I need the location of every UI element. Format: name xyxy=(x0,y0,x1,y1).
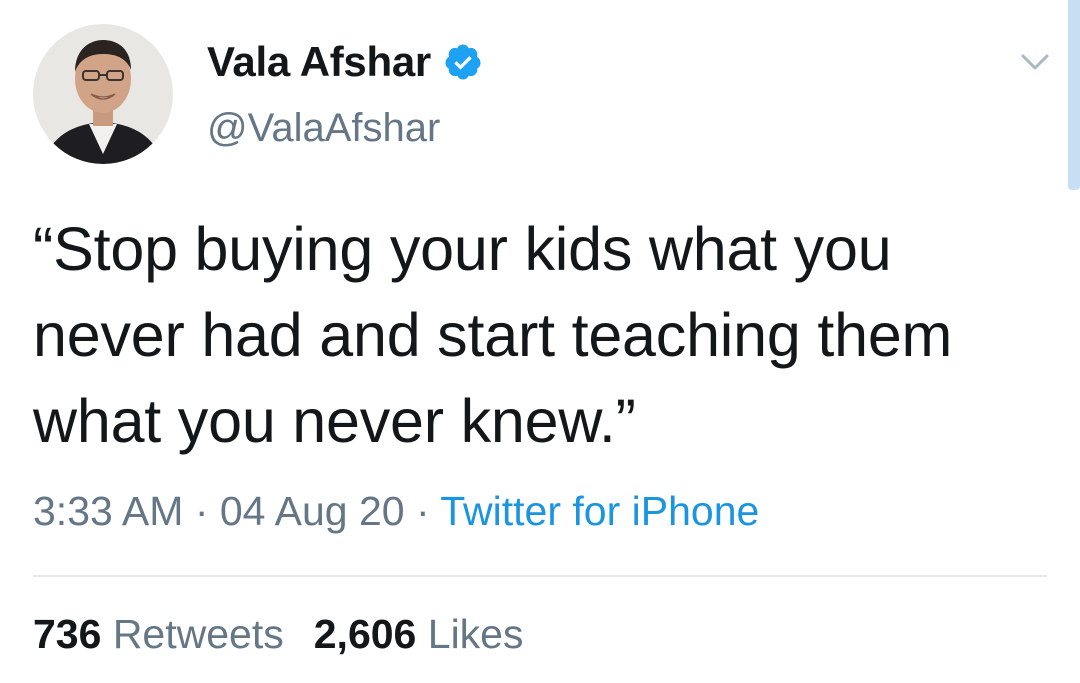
avatar-photo xyxy=(33,24,173,164)
likes-count: 2,606 xyxy=(313,611,417,657)
meta-separator: · xyxy=(183,488,220,534)
scrollbar[interactable] xyxy=(1068,0,1080,190)
avatar[interactable] xyxy=(33,24,173,164)
tweet-source-link[interactable]: Twitter for iPhone xyxy=(440,488,759,534)
meta-separator: · xyxy=(404,488,441,534)
chevron-down-icon[interactable] xyxy=(1015,42,1055,82)
likes-stat[interactable]: 2,606 Likes xyxy=(314,611,524,657)
divider xyxy=(33,575,1047,577)
tweet-time[interactable]: 3:33 AM xyxy=(33,488,183,534)
retweets-label: Retweets xyxy=(112,611,284,657)
retweets-count: 736 xyxy=(33,611,102,657)
author-handle[interactable]: @ValaAfshar xyxy=(207,106,440,151)
retweets-stat[interactable]: 736 Retweets xyxy=(33,611,284,657)
tweet-stats: 736 Retweets 2,606 Likes xyxy=(33,611,523,658)
tweet-card: Vala Afshar @ValaAfshar “Stop buying you… xyxy=(0,0,1080,683)
tweet-meta: 3:33 AM · 04 Aug 20 · Twitter for iPhone xyxy=(33,488,759,535)
author-name-row: Vala Afshar xyxy=(207,34,483,90)
tweet-date[interactable]: 04 Aug 20 xyxy=(220,488,405,534)
verified-badge-icon xyxy=(443,42,483,82)
author-display-name[interactable]: Vala Afshar xyxy=(207,38,431,86)
tweet-text: “Stop buying your kids what you never ha… xyxy=(33,215,953,455)
likes-label: Likes xyxy=(427,611,524,657)
